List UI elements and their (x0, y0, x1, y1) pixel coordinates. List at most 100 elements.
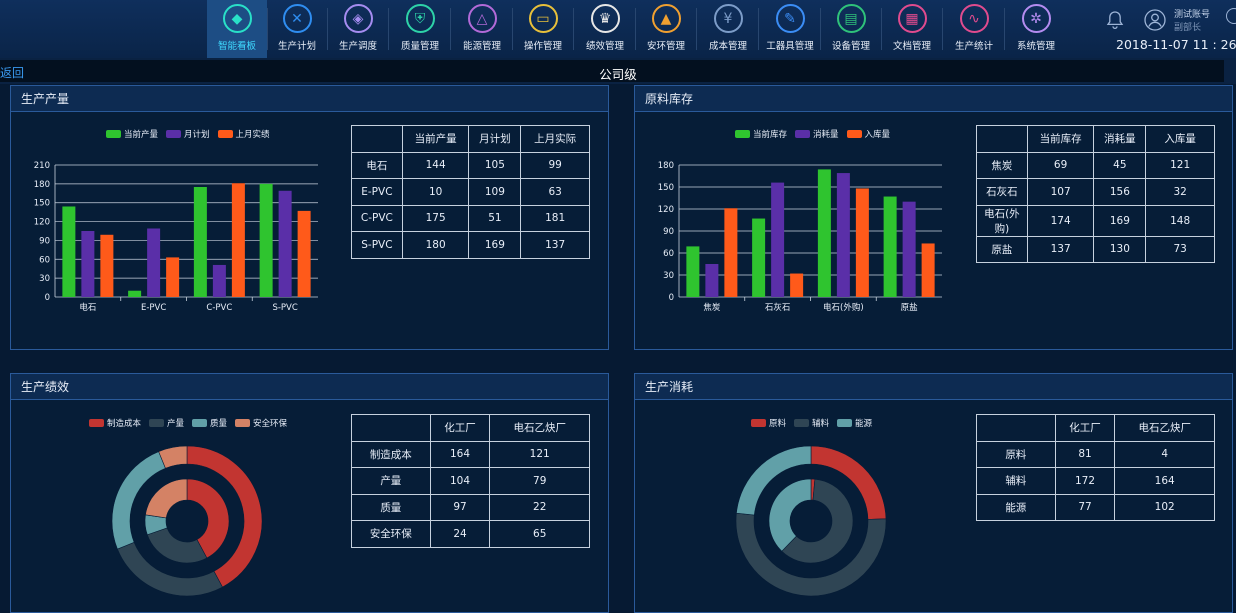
table-cell: 121 (1145, 151, 1215, 179)
bar[interactable] (921, 243, 935, 297)
table-cell: 32 (1145, 178, 1215, 206)
table-cell: 焦炭 (976, 151, 1028, 179)
nav-item[interactable]: ◈ 生产调度 (328, 0, 388, 58)
nav-item[interactable]: ✕ 生产计划 (267, 0, 327, 58)
bar[interactable] (81, 231, 95, 297)
nav-item[interactable]: ▦ 文档管理 (882, 0, 942, 58)
table-cell: S-PVC (351, 231, 403, 259)
nav-item[interactable]: ♛ 绩效管理 (575, 0, 635, 58)
bar[interactable] (771, 182, 785, 297)
nav-item[interactable]: ∿ 生产统计 (944, 0, 1004, 58)
line-chart-icon: ∿ (959, 4, 989, 33)
legend-item[interactable]: 上月实绩 (217, 128, 270, 140)
bar[interactable] (193, 187, 207, 297)
bar[interactable] (855, 188, 869, 297)
y-tick-label: 210 (34, 161, 50, 171)
legend-item[interactable]: 制造成本 (89, 417, 141, 429)
legend-item[interactable]: 质量 (192, 417, 227, 429)
x-tick-label: 原盐 (901, 302, 919, 313)
trophy-icon: ♛ (590, 4, 620, 33)
recycle-icon: △ (467, 4, 497, 33)
table-row: S-PVC 180 169 137 (351, 231, 590, 259)
bar[interactable] (166, 257, 180, 297)
bar[interactable] (128, 290, 142, 297)
nav-item-label: 绩效管理 (585, 41, 624, 52)
legend-label: 能源 (855, 419, 873, 429)
donut-slice[interactable] (145, 478, 188, 519)
bar[interactable] (817, 169, 831, 297)
legend-item[interactable]: 消耗量 (795, 128, 839, 140)
output-table: 当前产量 月计划 上月实际 电石 144 105 99 E-PVC 10 109 63 C-PVC 17… (351, 125, 590, 259)
bar[interactable] (231, 183, 245, 297)
bar[interactable] (902, 201, 916, 297)
table-cell: 石灰石 (976, 178, 1028, 206)
legend-item[interactable]: 产量 (149, 417, 184, 429)
bell-icon[interactable] (1106, 10, 1124, 30)
bar[interactable] (705, 264, 719, 297)
bar[interactable] (836, 173, 850, 297)
legend-item[interactable]: 当前库存 (735, 128, 787, 140)
legend-item[interactable]: 安全环保 (235, 417, 287, 429)
table-cell: 产量 (351, 467, 431, 495)
bar[interactable] (147, 228, 161, 297)
table-header-cell (976, 125, 1028, 153)
donut-slice[interactable] (146, 527, 208, 564)
table-cell: 102 (1114, 493, 1215, 521)
nav-item[interactable]: ✲ 系统管理 (1006, 0, 1066, 58)
nav-item[interactable]: △ 能源管理 (452, 0, 512, 58)
bar[interactable] (883, 196, 897, 297)
table-cell: 电石(外购) (976, 204, 1028, 237)
legend-item[interactable]: 能源 (837, 417, 872, 429)
nav-separator (1004, 8, 1005, 50)
table-header-cell (351, 125, 403, 153)
table-cell: 180 (401, 231, 470, 259)
y-tick-label: 60 (663, 249, 674, 259)
nav-item[interactable]: ⛨ 质量管理 (390, 0, 450, 58)
table-row: 能源 77 102 (976, 493, 1215, 521)
legend-item[interactable]: 当前产量 (106, 128, 158, 140)
bar[interactable] (297, 210, 311, 297)
table-header-row: 化工厂 电石乙炔厂 (976, 414, 1215, 442)
bar[interactable] (100, 234, 114, 297)
legend-label: 消耗量 (813, 130, 839, 140)
avatar-icon[interactable] (1144, 9, 1166, 31)
bar[interactable] (724, 208, 738, 297)
bar[interactable] (259, 183, 273, 297)
bar[interactable] (686, 246, 700, 297)
bar[interactable] (278, 190, 292, 297)
nav-item[interactable]: ◆ 智能看板 (207, 0, 267, 58)
table-cell: 能源 (976, 493, 1056, 521)
legend-item[interactable]: 入库量 (846, 128, 890, 140)
table-cell: 22 (489, 493, 590, 521)
legend-item[interactable]: 月计划 (166, 128, 210, 140)
nav-item[interactable]: ✎ 工器具管理 (760, 0, 820, 58)
legend-label: 上月实绩 (235, 130, 270, 140)
nav-item[interactable]: ▭ 操作管理 (513, 0, 573, 58)
yen-icon: ¥ (713, 4, 743, 33)
nav-item-label: 文档管理 (892, 41, 931, 52)
table-cell: 137 (1026, 235, 1095, 263)
bar[interactable] (212, 264, 226, 297)
legend-label: 质量 (210, 419, 228, 429)
table-row: 焦炭 69 45 121 (976, 151, 1215, 179)
bar[interactable] (62, 206, 76, 297)
panel-title: 生产产量 (11, 86, 608, 112)
nav-item-label: 能源管理 (462, 41, 501, 52)
bar[interactable] (790, 273, 804, 297)
legend-item[interactable]: 原料 (751, 417, 786, 429)
user-name[interactable]: 测试账号 (1174, 7, 1210, 20)
nav-separator (573, 8, 574, 50)
donut-slice[interactable] (768, 478, 812, 552)
nav-item[interactable]: ¥ 成本管理 (698, 0, 758, 58)
perf-donut-chart (111, 445, 263, 597)
consume-table: 化工厂 电石乙炔厂 原料 81 4 辅料 172 164 能源 77 102 (976, 414, 1215, 521)
bar[interactable] (752, 218, 766, 297)
settings-icon[interactable] (1226, 8, 1236, 24)
table-row: 安全环保 24 65 (351, 520, 590, 548)
nav-item[interactable]: ▤ 设备管理 (821, 0, 881, 58)
datetime: 2018-11-07 11 : 26 : 3 (1116, 37, 1236, 52)
table-header-cell: 上月实际 (520, 125, 590, 153)
nav-item[interactable]: ▲ 安环管理 (636, 0, 696, 58)
legend-item[interactable]: 辅料 (794, 417, 829, 429)
legend-swatch (795, 130, 811, 138)
